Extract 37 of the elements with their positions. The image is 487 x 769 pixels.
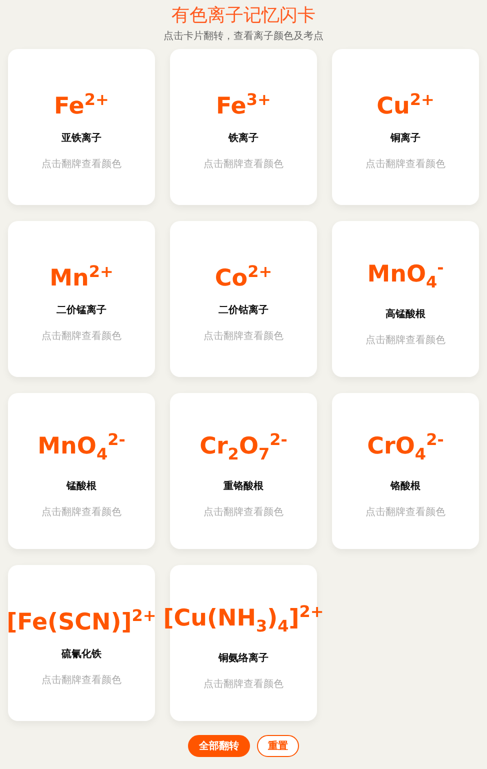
flash-card[interactable]: [Fe(SCN)]$^{2+}$ 硫氰化铁 点击翻牌查看颜色 <box>8 565 155 721</box>
ion-formula: Mn$^{2+}$ <box>50 260 114 294</box>
flip-hint: 点击翻牌查看颜色 <box>204 678 284 692</box>
ion-formula: Co$^{2+}$ <box>214 260 272 294</box>
flip-hint: 点击翻牌查看颜色 <box>42 158 122 172</box>
ion-name: 铜离子 <box>390 131 420 146</box>
ion-name: 二价锰离子 <box>56 303 106 318</box>
page-subtitle: 点击卡片翻转，查看离子颜色及考点 <box>164 31 324 43</box>
ion-name: 铁离子 <box>228 131 258 146</box>
ion-name: 亚铁离子 <box>62 131 102 146</box>
flash-card[interactable]: Cu$^{2+}$ 铜离子 点击翻牌查看颜色 <box>332 49 479 205</box>
ion-name: 铜氨络离子 <box>218 651 268 666</box>
flip-hint: 点击翻牌查看颜色 <box>204 158 284 172</box>
flip-hint: 点击翻牌查看颜色 <box>366 334 446 348</box>
page-title: 有色离子记忆闪卡 <box>172 5 316 27</box>
ion-name: 硫氰化铁 <box>62 647 102 662</box>
flip-hint: 点击翻牌查看颜色 <box>366 506 446 520</box>
ion-name: 重铬酸根 <box>224 480 264 494</box>
ion-name: 铬酸根 <box>390 480 420 494</box>
ion-formula: Fe$^{3+}$ <box>216 88 271 122</box>
flip-hint: 点击翻牌查看颜色 <box>42 506 122 520</box>
ion-formula: Cu$^{2+}$ <box>376 88 434 122</box>
ion-name: 二价钴离子 <box>218 303 268 318</box>
flip-hint: 点击翻牌查看颜色 <box>42 330 122 344</box>
ion-formula: [Cu(NH$_{3}$)$_{4}$]$^{2+}$ <box>163 600 324 638</box>
flip-hint: 点击翻牌查看颜色 <box>204 330 284 344</box>
ion-formula: [Fe(SCN)]$^{2+}$ <box>6 604 156 638</box>
flash-card[interactable]: Fe$^{2+}$ 亚铁离子 点击翻牌查看颜色 <box>8 49 155 205</box>
flash-card[interactable]: Fe$^{3+}$ 铁离子 点击翻牌查看颜色 <box>170 49 317 205</box>
ion-formula: Fe$^{2+}$ <box>54 88 109 122</box>
flash-card[interactable]: Co$^{2+}$ 二价钴离子 点击翻牌查看颜色 <box>170 221 317 377</box>
flip-hint: 点击翻牌查看颜色 <box>366 158 446 172</box>
ion-name: 锰酸根 <box>66 480 96 494</box>
flip-hint: 点击翻牌查看颜色 <box>42 674 122 688</box>
flip-hint: 点击翻牌查看颜色 <box>204 506 284 520</box>
ion-name: 高锰酸根 <box>386 307 426 322</box>
flash-card[interactable]: Mn$^{2+}$ 二价锰离子 点击翻牌查看颜色 <box>8 221 155 377</box>
